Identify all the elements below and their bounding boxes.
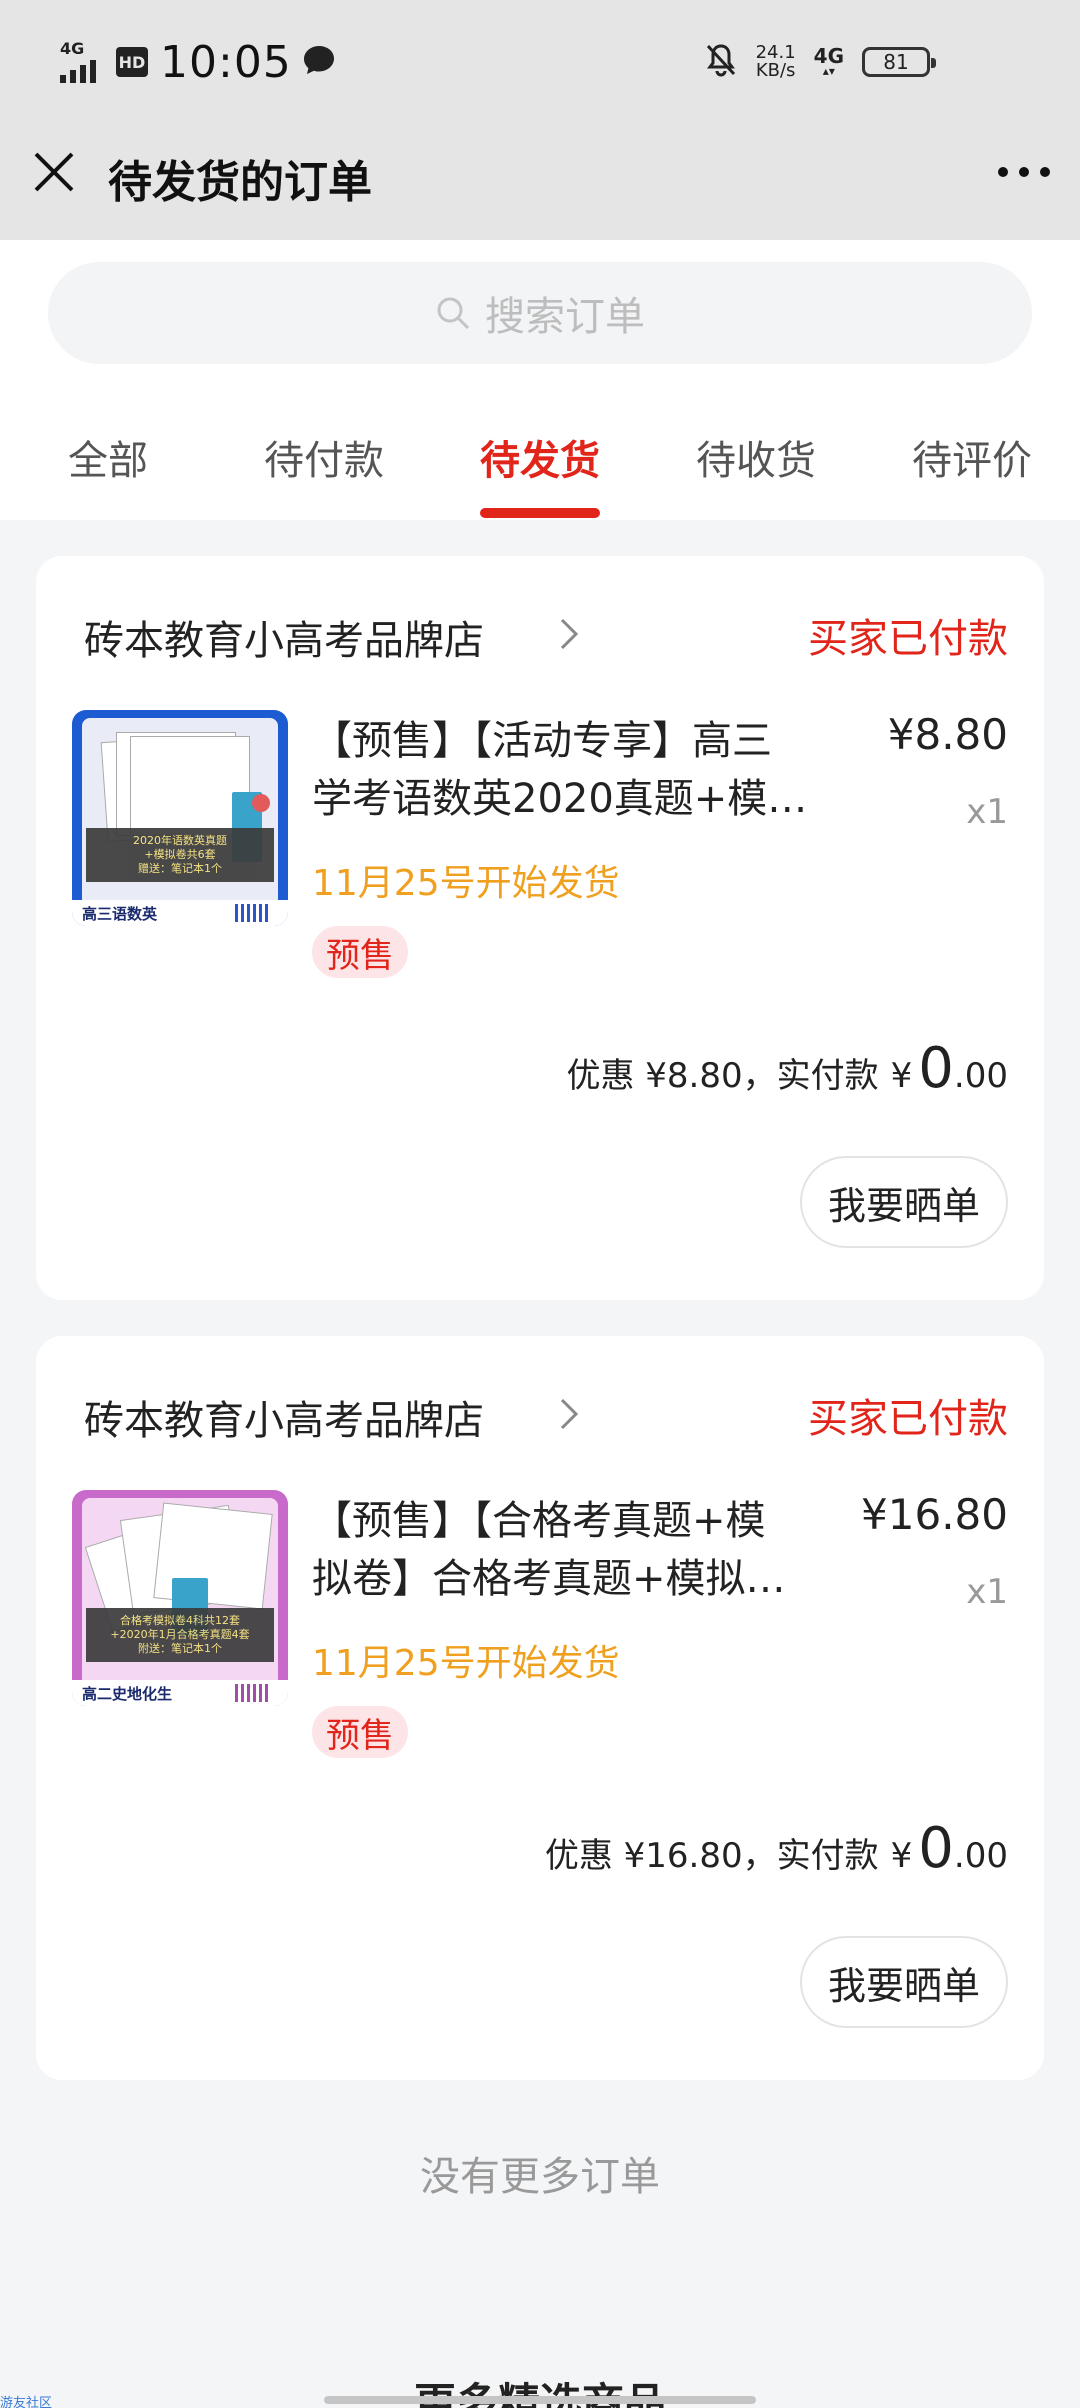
product-title-line: 学考语数英2020真题+模… <box>312 776 808 822</box>
thumbnail-caption: 合格考模拟卷4科共12套 +2020年1月合格考真题4套 附送：笔记本1个 <box>86 1608 274 1662</box>
shipping-note: 11月25号开始发货 <box>312 863 620 904</box>
paid-amount-integer: 0 <box>918 1036 954 1101</box>
close-icon <box>34 152 74 192</box>
order-card[interactable]: 砖本教育小高考品牌店 买家已付款 2020年语数英真题 +模拟卷共6套 赠送：笔… <box>36 556 1044 1300</box>
status-bar-left: 4G HD 10:05 <box>58 34 336 90</box>
shop-name[interactable]: 砖本教育小高考品牌店 <box>84 1388 484 1446</box>
speed-unit: KB/s <box>755 60 796 81</box>
paid-amount-decimal: .00 <box>953 1836 1008 1876</box>
paid-currency: ¥ <box>890 1056 913 1096</box>
share-order-button[interactable]: 我要晒单 <box>800 1936 1008 2028</box>
more-dots-icon <box>998 167 1008 177</box>
paid-currency: ¥ <box>890 1836 913 1876</box>
thumbnail-caption-line: +2020年1月合格考真题4套 <box>110 1628 250 1641</box>
presale-badge: 预售 <box>312 926 408 978</box>
order-status: 买家已付款 <box>808 1396 1008 1442</box>
app-header: 待发货的订单 <box>0 124 1080 240</box>
discount-text: 优惠 ¥8.80，实付款 <box>566 1056 879 1096</box>
battery-icon: 81 <box>862 47 936 77</box>
product-price: ¥16.80 <box>861 1490 1008 1539</box>
product-title-line: 【预售】【活动专享】高三 <box>312 718 772 764</box>
network-type-right: 4G ▴▾ <box>813 44 844 77</box>
thumbnail-caption-line: 赠送：笔记本1个 <box>138 862 222 875</box>
product-thumbnail[interactable]: 2020年语数英真题 +模拟卷共6套 赠送：笔记本1个 高三语数英 <box>72 710 288 926</box>
active-tab-indicator <box>480 508 600 518</box>
page-title: 待发货的订单 <box>108 157 372 208</box>
thumbnail-caption-line: +模拟卷共6套 <box>144 848 216 861</box>
mute-bell-icon <box>704 42 738 82</box>
tab-pending-shipment[interactable]: 待发货 <box>450 428 630 486</box>
hd-icon: HD <box>116 47 148 77</box>
payment-summary: 优惠 ¥8.80，实付款 ¥ 0 .00 <box>566 1036 1008 1101</box>
discount-text: 优惠 ¥16.80，实付款 <box>544 1836 879 1876</box>
chevron-right-icon <box>560 1398 579 1430</box>
thumbnail-caption-line: 合格考模拟卷4科共12套 <box>120 1614 240 1627</box>
tab-pending-payment[interactable]: 待付款 <box>234 428 414 486</box>
chevron-right-icon <box>560 618 579 650</box>
thumbnail-footer-label: 高二史地化生 <box>82 1685 173 1703</box>
close-button[interactable] <box>32 150 76 194</box>
more-options-button[interactable] <box>998 154 1050 190</box>
network-speed: 24.1 KB/s <box>756 44 796 80</box>
product-quantity: x1 <box>966 792 1008 832</box>
presale-badge: 预售 <box>312 1706 408 1758</box>
share-order-button[interactable]: 我要晒单 <box>800 1156 1008 1248</box>
product-title-line: 【预售】【合格考真题+模 <box>312 1498 766 1544</box>
network-type-left: 4G <box>60 39 85 58</box>
battery-level: 81 <box>883 50 909 74</box>
network-type-right-label: 4G <box>813 44 844 68</box>
payment-summary: 优惠 ¥16.80，实付款 ¥ 0 .00 <box>545 1816 1008 1881</box>
status-time: 10:05 <box>160 36 292 88</box>
product-title-line: 拟卷】合格考真题+模拟… <box>312 1556 786 1602</box>
watermark: 游友社区 <box>0 2396 53 2408</box>
order-tabs: 全部 待付款 待发货 待收货 待评价 <box>0 408 1080 520</box>
product-title[interactable]: 【预售】【活动专享】高三 学考语数英2020真题+模… <box>312 712 872 828</box>
no-more-orders-text: 没有更多订单 <box>420 2154 660 2200</box>
product-price: ¥8.80 <box>887 710 1008 759</box>
product-thumbnail[interactable]: 合格考模拟卷4科共12套 +2020年1月合格考真题4套 附送：笔记本1个 高二… <box>72 1490 288 1706</box>
thumbnail-caption-line: 附送：笔记本1个 <box>138 1642 222 1655</box>
paid-amount-decimal: .00 <box>953 1056 1008 1096</box>
thumbnail-caption-line: 2020年语数英真题 <box>133 834 227 847</box>
message-icon <box>302 44 336 80</box>
paid-amount-integer: 0 <box>918 1816 954 1881</box>
search-placeholder: 搜索订单 <box>485 294 645 340</box>
order-status: 买家已付款 <box>808 616 1008 662</box>
shop-name[interactable]: 砖本教育小高考品牌店 <box>84 608 484 666</box>
thumbnail-footer-label: 高三语数英 <box>82 905 158 923</box>
product-quantity: x1 <box>966 1572 1008 1612</box>
signal-icon: 4G <box>58 39 106 85</box>
shipping-note: 11月25号开始发货 <box>312 1643 620 1684</box>
search-input[interactable]: 搜索订单 <box>48 262 1032 364</box>
search-icon <box>437 297 470 330</box>
status-bar: 4G HD 10:05 24.1 KB/s 4G ▴▾ 81 <box>0 0 1080 124</box>
tab-pending-receipt[interactable]: 待收货 <box>666 428 846 486</box>
status-bar-right: 24.1 KB/s 4G ▴▾ 81 <box>704 38 936 86</box>
product-title[interactable]: 【预售】【合格考真题+模 拟卷】合格考真题+模拟… <box>312 1492 872 1608</box>
tab-pending-review[interactable]: 待评价 <box>882 428 1062 486</box>
home-indicator[interactable] <box>324 2396 756 2404</box>
thumbnail-caption: 2020年语数英真题 +模拟卷共6套 赠送：笔记本1个 <box>86 828 274 882</box>
order-card[interactable]: 砖本教育小高考品牌店 买家已付款 合格考模拟卷4科共12套 +2020年1月合格… <box>36 1336 1044 2080</box>
tab-all[interactable]: 全部 <box>18 428 198 486</box>
